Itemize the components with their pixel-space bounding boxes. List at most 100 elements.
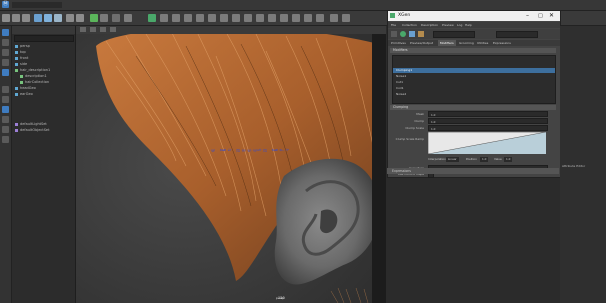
lasso-icon[interactable] (2, 39, 9, 46)
sculpt-tool-icon[interactable] (342, 14, 350, 22)
freeze-tool-icon[interactable] (256, 14, 264, 22)
field-label: Clump Scale (405, 126, 424, 130)
outliner-item[interactable]: hairCollection (20, 80, 78, 85)
hypershade-icon[interactable] (124, 14, 132, 22)
graph-layout-icon[interactable] (2, 116, 9, 123)
description-icon (15, 68, 18, 72)
tab-preview-output[interactable]: Preview/Output (410, 40, 433, 46)
maximize-icon[interactable]: □ (538, 12, 543, 20)
ipr-render-icon[interactable] (100, 14, 108, 22)
expressions-section-header[interactable]: Expressions (387, 168, 559, 174)
close-icon[interactable]: ✕ (549, 12, 554, 20)
list-item-selected[interactable]: Clumping1 (393, 68, 555, 73)
noise-tool-icon[interactable] (232, 14, 240, 22)
create-collection-icon[interactable] (400, 31, 406, 37)
comb-tool-icon[interactable] (196, 14, 204, 22)
snap-grid-icon[interactable] (66, 14, 74, 22)
single-view-icon[interactable] (2, 86, 9, 93)
position-field[interactable]: 1.0 (480, 157, 489, 162)
custom-layout-icon[interactable] (2, 136, 9, 143)
modifiers-section-header[interactable]: Modifiers (390, 48, 556, 53)
outliner-layout-icon[interactable] (2, 106, 9, 113)
interp-dropdown[interactable]: Linear (446, 157, 459, 162)
add-description-icon[interactable] (391, 31, 397, 37)
smooth-tool-icon[interactable] (244, 14, 252, 22)
shading-menu-icon[interactable] (90, 27, 96, 32)
menu-log[interactable]: Log (457, 22, 462, 28)
lasso-tool-icon[interactable] (44, 14, 52, 22)
rotate-icon[interactable] (2, 59, 9, 66)
brush-tool-icon[interactable] (184, 14, 192, 22)
render-icon[interactable] (90, 14, 98, 22)
clump-scale-ramp[interactable] (428, 132, 546, 154)
list-item[interactable]: Noise2 (393, 92, 555, 97)
move-icon[interactable] (2, 49, 9, 56)
list-item[interactable]: Noise1 (393, 74, 555, 79)
outliner-item[interactable]: description1 (20, 74, 78, 79)
description-dropdown[interactable] (496, 31, 538, 38)
viewport[interactable]: ஓ ஊஎ ஐஒஓஔஐ ஊஉஈ persp (76, 26, 386, 303)
snap-curve-icon[interactable] (76, 14, 84, 22)
density-tool-icon[interactable] (268, 14, 276, 22)
four-view-icon[interactable] (2, 96, 9, 103)
select-tool-icon[interactable] (34, 14, 42, 22)
menu-collection[interactable]: Collection (402, 22, 417, 28)
minimize-icon[interactable]: – (526, 12, 529, 20)
new-scene-icon[interactable] (2, 14, 10, 22)
outliner-item[interactable]: top (15, 50, 73, 55)
list-item[interactable]: Cut1 (393, 80, 555, 85)
part-tool-icon[interactable] (304, 14, 312, 22)
watermark-text: ஓ ஊஎ ஐஒஓஔஐ ஊஉஈ (211, 147, 291, 153)
menu-file[interactable]: File (391, 22, 396, 28)
clump-tool-icon[interactable] (208, 14, 216, 22)
tab-grooming[interactable]: Grooming (459, 40, 474, 46)
xgen-icon[interactable] (148, 14, 156, 22)
list-item[interactable]: Coil1 (393, 86, 555, 91)
tab-utilities[interactable]: Utilities (477, 40, 488, 46)
menu-description[interactable]: Description (421, 22, 438, 28)
xgen-toolbar (388, 29, 560, 39)
length-tool-icon[interactable] (280, 14, 288, 22)
guide-tool-icon[interactable] (330, 14, 338, 22)
width-tool-icon[interactable] (292, 14, 300, 22)
paint-select-icon[interactable] (54, 14, 62, 22)
groom-tool-icon[interactable] (172, 14, 180, 22)
tab-primitives[interactable]: Primitives (391, 40, 406, 46)
outliner-item[interactable]: defaultLightSet (15, 122, 73, 127)
outliner-item[interactable]: persp (15, 44, 73, 49)
value-field[interactable]: 1.0 (504, 157, 513, 162)
set-icon (15, 128, 18, 132)
outliner-item[interactable]: defaultObjectSet (15, 128, 73, 133)
outliner-item[interactable]: front (15, 56, 73, 61)
brush-icon[interactable] (418, 31, 424, 37)
outliner-item[interactable]: hair_description1 (15, 68, 73, 73)
tab-expressions[interactable]: Expressions (493, 40, 511, 46)
direction-tool-icon[interactable] (316, 14, 324, 22)
lighting-menu-icon[interactable] (100, 27, 106, 32)
attribute-editor-panel: Attribute Editor (560, 26, 606, 303)
clump-scale-field[interactable]: 1.0 (428, 125, 548, 131)
outliner-search-input[interactable] (14, 35, 74, 42)
save-scene-icon[interactable] (22, 14, 30, 22)
outliner-item[interactable]: side (15, 62, 73, 67)
mode-selector[interactable] (12, 2, 62, 8)
scale-icon[interactable] (2, 69, 9, 76)
outliner-item[interactable]: headGeo (15, 86, 73, 91)
open-scene-icon[interactable] (12, 14, 20, 22)
guide-icon[interactable] (409, 31, 415, 37)
clump-field[interactable]: 1.0 (428, 118, 548, 124)
mask-field[interactable]: 1.0 (428, 111, 548, 117)
render-layout-icon[interactable] (2, 126, 9, 133)
outliner-item[interactable]: earGeo (15, 92, 73, 97)
tab-modifiers[interactable]: Modifiers (438, 40, 456, 46)
select-icon[interactable] (2, 29, 9, 36)
render-settings-icon[interactable] (112, 14, 120, 22)
menu-help[interactable]: Help (465, 22, 472, 28)
show-menu-icon[interactable] (110, 27, 116, 32)
hair-tool-icon[interactable] (160, 14, 168, 22)
menu-preview[interactable]: Preview (442, 22, 454, 28)
clumping-section-header[interactable]: Clumping (390, 105, 556, 110)
cut-tool-icon[interactable] (220, 14, 228, 22)
collection-dropdown[interactable] (433, 31, 475, 38)
view-menu-icon[interactable] (80, 27, 86, 32)
